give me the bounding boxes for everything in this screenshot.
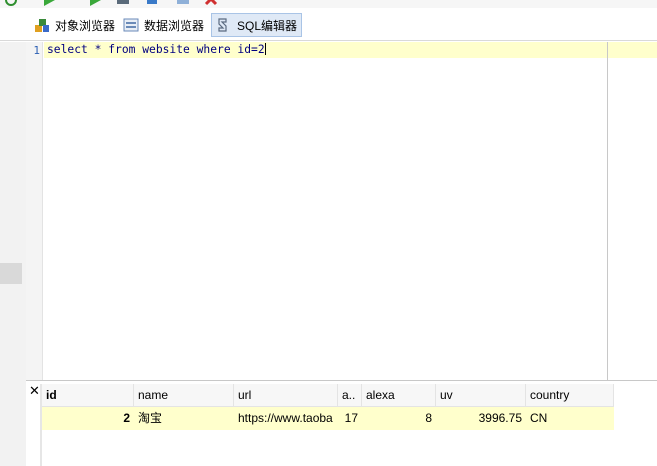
- column-header-a[interactable]: a..: [338, 384, 362, 407]
- run-line-icon[interactable]: [88, 0, 102, 6]
- sql-code-text: select * from website where id=2: [47, 43, 265, 56]
- sql-editor-icon: [216, 17, 232, 33]
- right-margin-line: [607, 42, 608, 380]
- cell-id[interactable]: 2: [42, 407, 134, 430]
- sql-editor[interactable]: 1 select * from website where id=2: [26, 42, 657, 380]
- text-caret: [264, 43, 266, 55]
- cell-a[interactable]: 17: [338, 407, 362, 430]
- tab-bar: 对象浏览器 数据浏览器 SQL编辑器: [0, 8, 657, 41]
- tab-label: 数据浏览器: [144, 18, 205, 33]
- cell-name[interactable]: 淘宝: [134, 407, 234, 430]
- column-header-id[interactable]: id: [42, 384, 134, 407]
- delete-icon[interactable]: [204, 0, 218, 6]
- close-results-icon[interactable]: ✕: [29, 383, 40, 399]
- step-icon[interactable]: [116, 0, 130, 6]
- tab-data-browser[interactable]: 数据浏览器: [119, 13, 208, 37]
- column-header-uv[interactable]: uv: [436, 384, 526, 407]
- left-panel-strip: [0, 42, 26, 466]
- column-header-url[interactable]: url: [234, 384, 338, 407]
- column-header-name[interactable]: name: [134, 384, 234, 407]
- top-toolbar: [0, 0, 657, 8]
- cell-url[interactable]: https://www.taoba: [234, 407, 338, 430]
- column-header-alexa[interactable]: alexa: [362, 384, 436, 407]
- data-browser-icon: [123, 17, 139, 33]
- object-browser-icon: [34, 17, 50, 33]
- sql-code-line[interactable]: select * from website where id=2: [47, 43, 266, 56]
- new-icon[interactable]: [176, 0, 190, 6]
- splitter-handle[interactable]: [0, 263, 22, 284]
- cell-country[interactable]: CN: [526, 407, 614, 430]
- tab-label: SQL编辑器: [237, 18, 298, 33]
- line-number: 1: [33, 44, 40, 57]
- refresh-icon[interactable]: [4, 0, 18, 6]
- pin-icon[interactable]: [146, 0, 160, 6]
- tab-label: 对象浏览器: [55, 18, 116, 33]
- line-number-gutter: 1: [26, 42, 43, 380]
- column-header-country[interactable]: country: [526, 384, 614, 407]
- run-icon[interactable]: [42, 0, 56, 6]
- tab-sql-editor[interactable]: SQL编辑器: [211, 13, 303, 37]
- cell-alexa[interactable]: 8: [362, 407, 436, 430]
- tab-object-browser[interactable]: 对象浏览器: [30, 13, 119, 37]
- cell-uv[interactable]: 3996.75: [436, 407, 526, 430]
